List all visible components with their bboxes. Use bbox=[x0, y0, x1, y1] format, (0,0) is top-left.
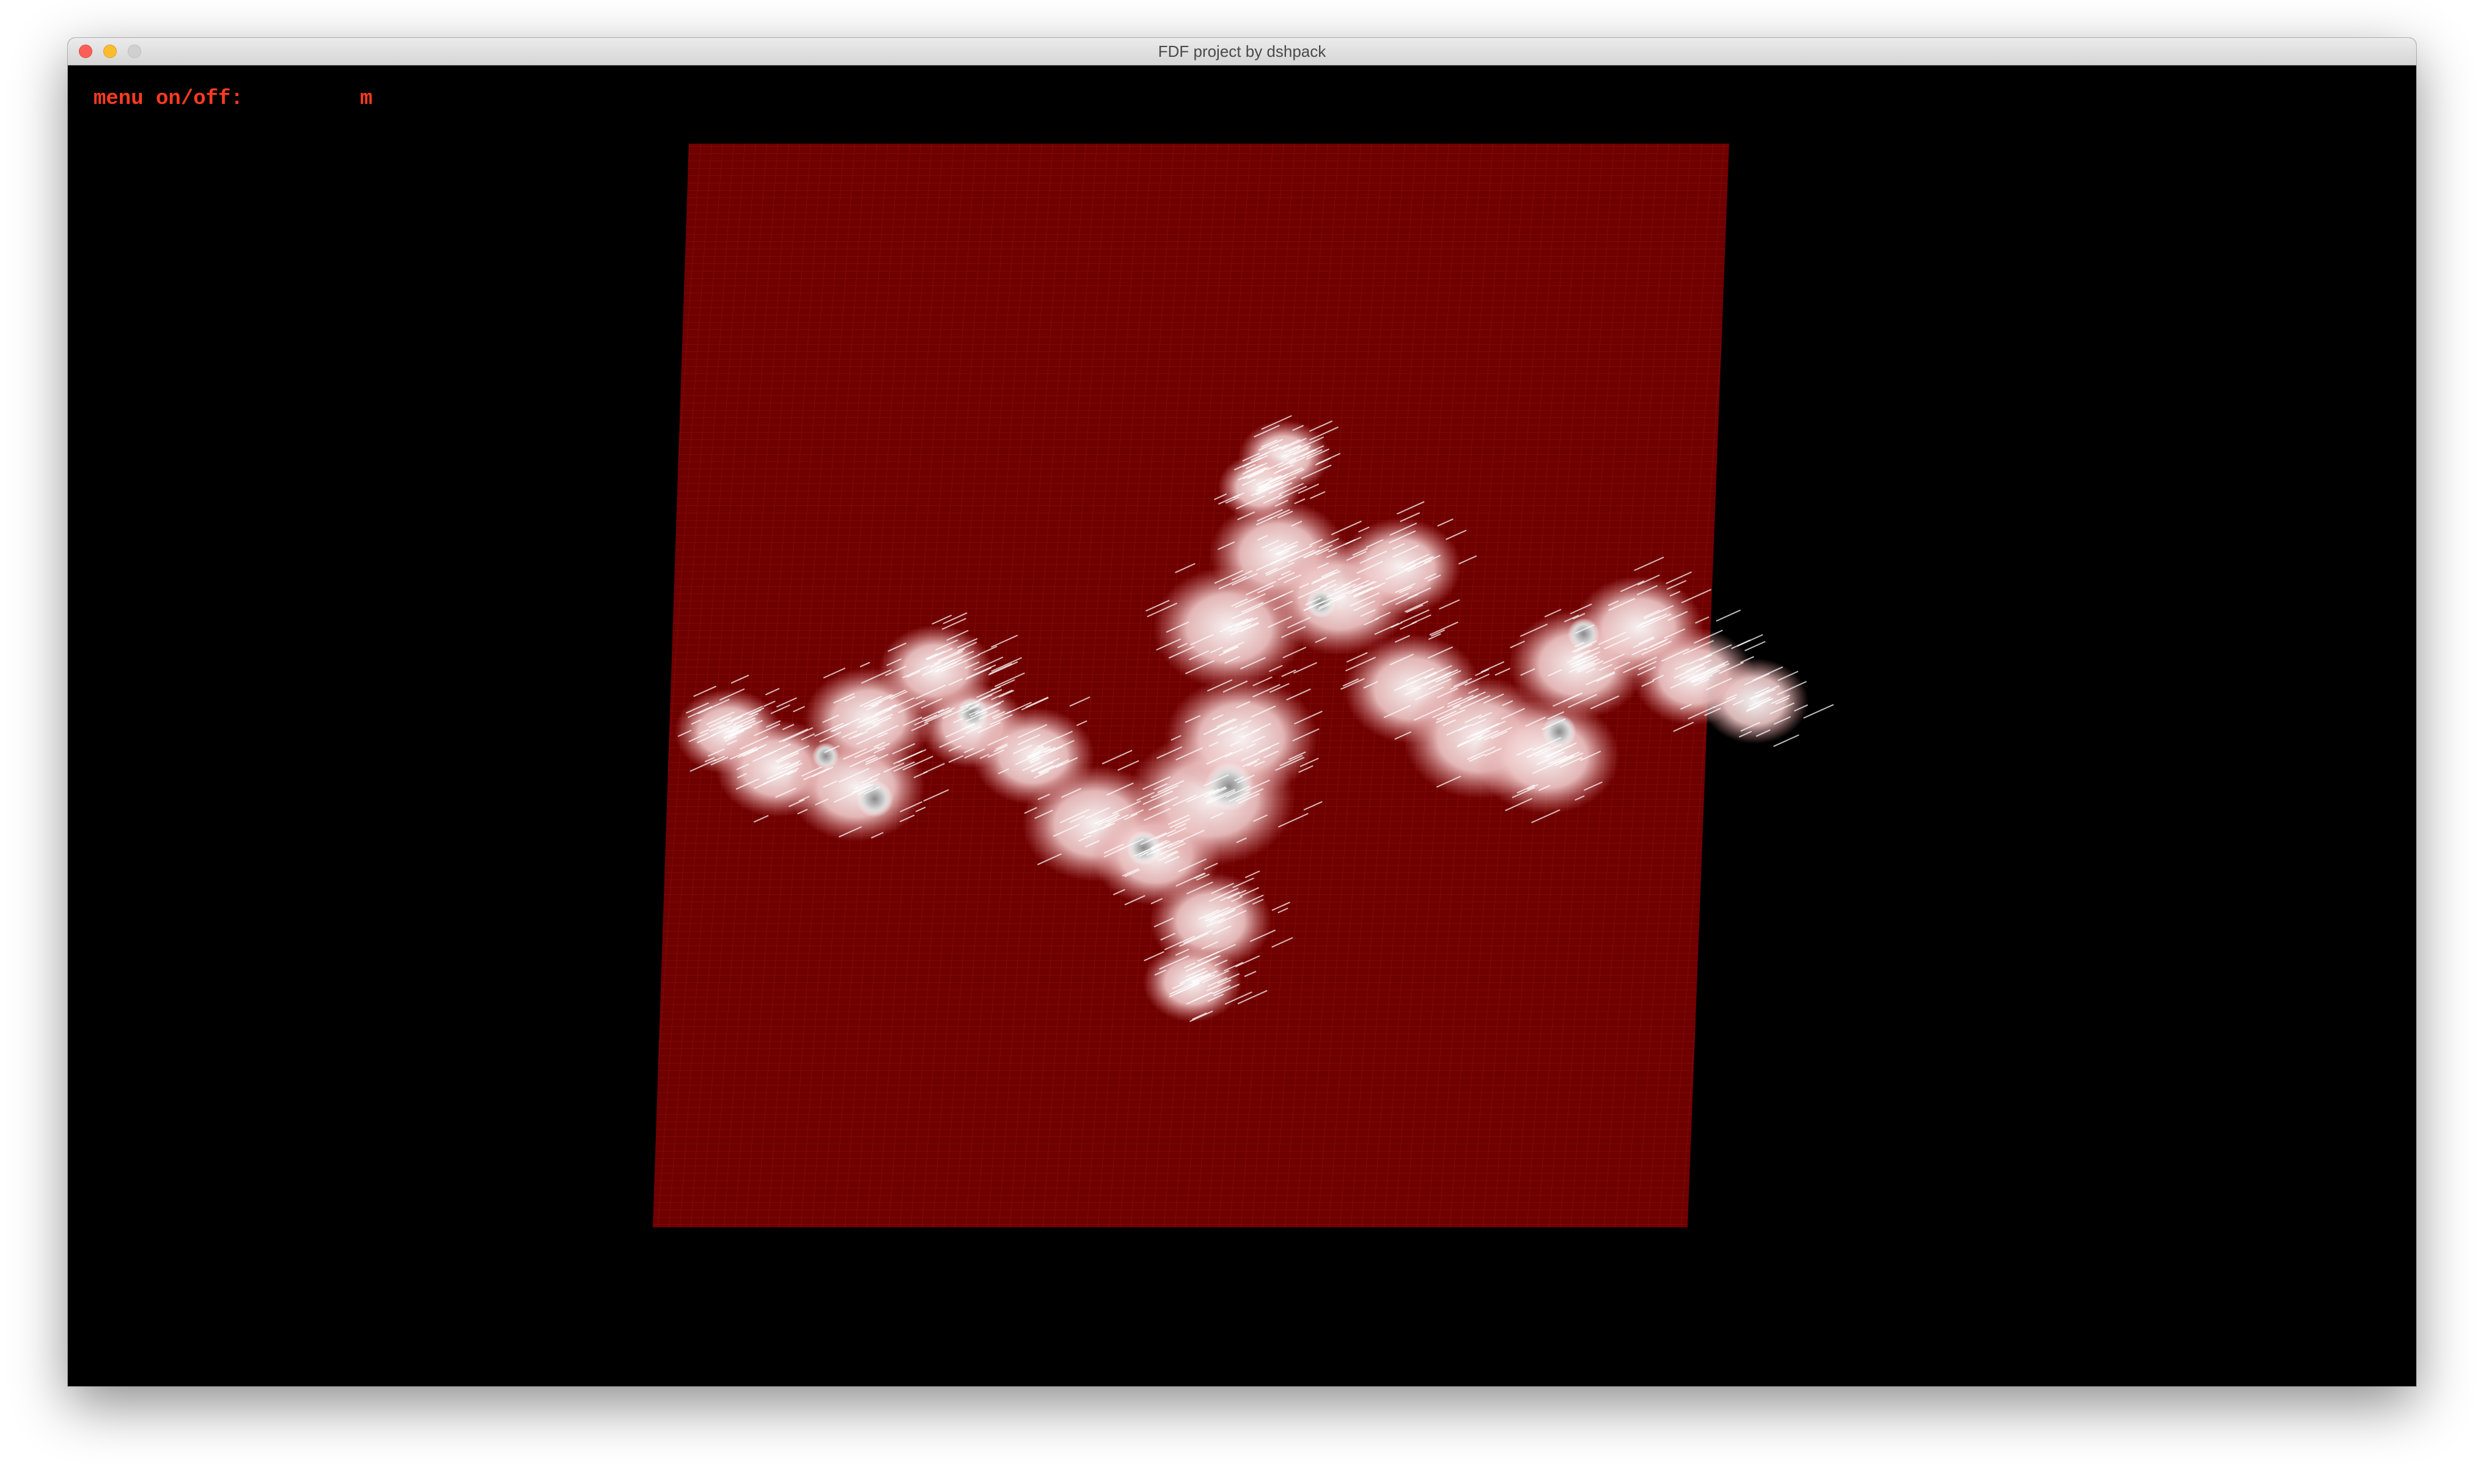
menu-toggle-key: m bbox=[360, 87, 373, 111]
render-canvas[interactable]: menu on/off: m bbox=[68, 65, 2416, 1386]
fractal-core bbox=[1568, 618, 1600, 650]
fractal-core bbox=[1205, 762, 1254, 811]
fractal-core bbox=[812, 743, 839, 770]
window-title: FDF project by dshpack bbox=[1158, 42, 1326, 61]
menu-toggle-label: menu on/off: bbox=[94, 87, 243, 111]
fdf-window[interactable]: FDF project by dshpack menu on/off: m bbox=[68, 38, 2416, 1386]
fractal-render bbox=[653, 144, 1834, 1227]
desktop: FDF project by dshpack menu on/off: m bbox=[0, 0, 2484, 1484]
title-bar[interactable]: FDF project by dshpack bbox=[68, 38, 2416, 65]
fractal-cluster bbox=[1339, 518, 1461, 615]
